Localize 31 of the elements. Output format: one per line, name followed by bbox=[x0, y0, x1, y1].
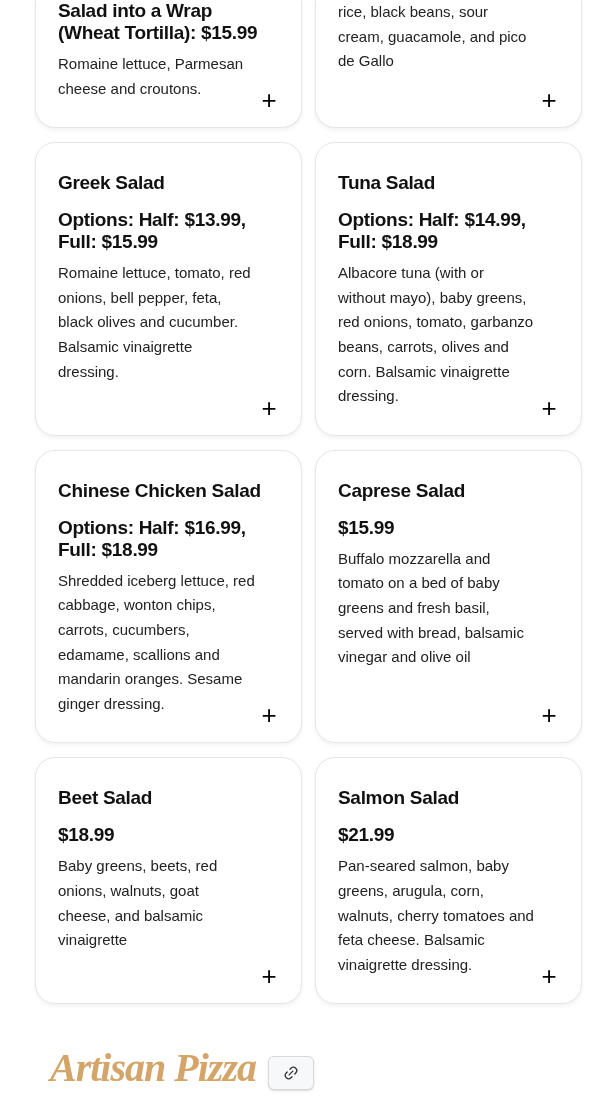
item-title: Beet Salad bbox=[58, 786, 154, 811]
add-button[interactable]: + bbox=[539, 87, 559, 114]
item-title: Tuna Salad bbox=[338, 171, 436, 196]
add-button[interactable]: + bbox=[539, 963, 559, 990]
item-description: Albacore tuna (with or without mayo), baby greens, red onions, tomato, garbanzo beans, carrots, olives and corn. Balsamic vinaigrette dressing. bbox=[338, 263, 535, 407]
item-title: Chinese Chicken Salad bbox=[58, 478, 262, 503]
item-title: Salmon Salad bbox=[338, 786, 460, 811]
item-title: Greek Salad bbox=[58, 171, 166, 196]
item-description: Romaine lettuce, tomato, red onions, bell pepper, feta, black olives and cucumber. Balsamic vinaigrette dressing. bbox=[58, 263, 252, 382]
item-description: Romaine lettuce, Parmesan cheese and croutons. bbox=[58, 54, 245, 99]
item-price: Options: Half: $13.99, Full: $15.99 bbox=[58, 209, 247, 254]
add-button[interactable]: + bbox=[259, 702, 279, 729]
item-price: Options: Half: $16.99, Full: $18.99 bbox=[58, 516, 247, 561]
item-description: Buffalo mozzarella and tomato on a bed of baby greens and fresh basil, served with bread, balsamic vinegar and olive oil bbox=[338, 548, 525, 668]
item-description: rice, black beans, sour cream, guacamole, and pico de Gallo bbox=[338, 2, 528, 72]
add-button[interactable]: + bbox=[539, 394, 559, 421]
item-price: $18.99 bbox=[58, 824, 116, 847]
add-button[interactable]: + bbox=[259, 963, 279, 990]
item-price: Options: Half: $14.99, Full: $18.99 bbox=[338, 209, 527, 254]
item-price: $15.99 bbox=[338, 516, 396, 539]
item-description: Baby greens, beets, red onions, walnuts, goat cheese, and balsamic vinaigrette bbox=[58, 856, 219, 951]
add-button[interactable]: + bbox=[259, 87, 279, 114]
copy-link-button[interactable] bbox=[267, 1056, 314, 1091]
item-price: Salad into a Wrap (Wheat Tortilla): $15.99 bbox=[58, 0, 259, 44]
item-description: Pan-seared salmon, baby greens, arugula, corn, walnuts, cherry tomatoes and feta cheese. Balsamic vinaigrette dressing. bbox=[338, 856, 535, 975]
item-description: Shredded iceberg lettuce, red cabbage, wonton chips, carrots, cucumbers, edamame, scallions and mandarin oranges. Sesame ginger dressing. bbox=[58, 570, 255, 714]
add-button[interactable]: + bbox=[539, 702, 559, 729]
add-button[interactable]: + bbox=[259, 394, 279, 421]
item-price: $21.99 bbox=[338, 824, 396, 847]
item-title: Caprese Salad bbox=[338, 478, 467, 503]
section-title: Artisan Pizza bbox=[50, 1044, 256, 1093]
